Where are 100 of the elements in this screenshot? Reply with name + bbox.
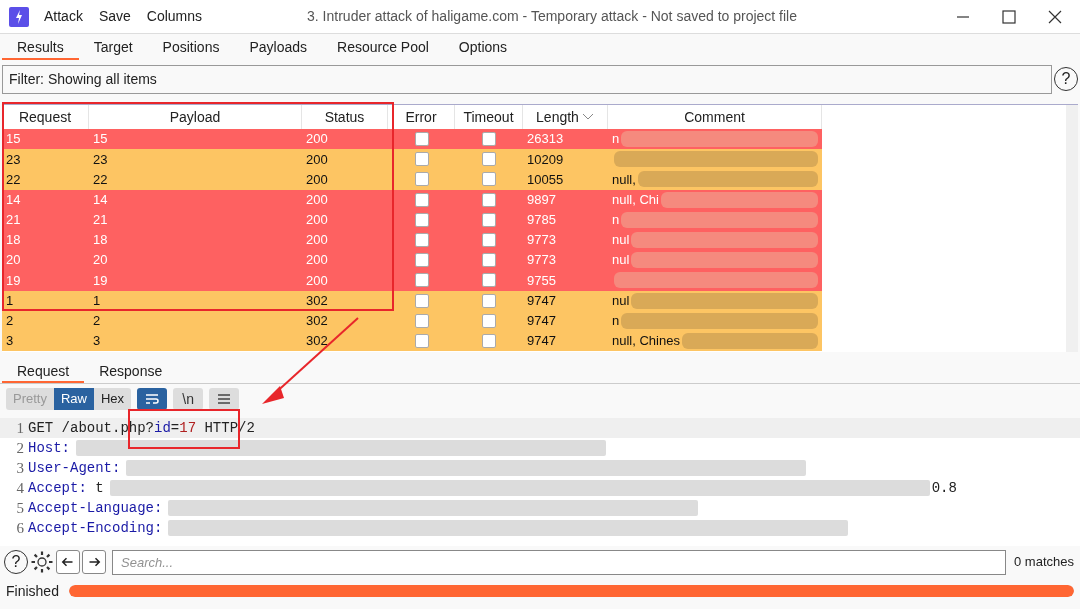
checkbox[interactable] [414, 152, 429, 167]
menu-icon [216, 392, 233, 406]
checkbox[interactable] [482, 132, 496, 147]
line-number: 6 [15, 518, 25, 538]
checkbox[interactable] [414, 132, 429, 147]
close-icon[interactable] [1048, 9, 1062, 24]
table-cell-text: 9773 [526, 231, 557, 250]
table-cell-text: 9747 [526, 312, 557, 331]
table-cell-text: 9747 [526, 291, 557, 310]
tab[interactable]: Results [2, 34, 79, 60]
table-row[interactable]: 2 2 302 9747 n [2, 310, 822, 331]
checkbox[interactable] [414, 313, 429, 328]
checkbox[interactable] [414, 233, 429, 248]
tab[interactable]: Options [443, 34, 523, 60]
table-cell-text: 20 [5, 251, 22, 270]
table-cell-text: 19 [92, 271, 109, 290]
table-cell-text: 200 [305, 231, 329, 250]
search-field[interactable]: Search... [112, 549, 1006, 575]
menu-item[interactable]: Attack [44, 6, 83, 27]
view-mode-button[interactable]: Raw [53, 388, 94, 410]
table-cell-text: 200 [305, 130, 329, 149]
tab[interactable]: Resource Pool [322, 34, 444, 60]
previous-button[interactable] [56, 550, 80, 574]
checkbox[interactable] [414, 192, 429, 207]
table-cell-text: 9755 [526, 271, 557, 290]
next-button[interactable] [82, 550, 106, 574]
view-mode-button[interactable]: Hex [94, 388, 132, 410]
checkbox[interactable] [482, 192, 496, 207]
filter-bar[interactable]: Filter: Showing all items [2, 64, 1052, 94]
checkbox[interactable] [482, 313, 496, 328]
app-logo-icon [9, 6, 29, 27]
table-cell-text: 18 [92, 231, 109, 250]
table-cell-text: 22 [5, 170, 22, 189]
table-cell-text: 15 [92, 130, 109, 149]
checkbox[interactable] [482, 233, 496, 248]
table-row[interactable]: 23 23 200 10209 [2, 149, 822, 170]
table-cell-text: 23 [92, 150, 109, 169]
table-row[interactable]: 1 1 302 9747 nul [2, 290, 822, 311]
settings-icon[interactable] [30, 550, 54, 574]
table-cell-text: 3 [5, 332, 15, 351]
table-cell-text: 21 [92, 211, 109, 230]
maximize-icon[interactable] [1002, 9, 1016, 24]
checkbox[interactable] [482, 212, 496, 227]
checkbox[interactable] [414, 172, 429, 187]
table-cell-text: 1 [5, 291, 15, 310]
table-cell-text: 9785 [526, 211, 557, 230]
table-cell-text: 10209 [526, 150, 565, 169]
table-cell-text: 14 [92, 190, 109, 209]
scrollbar[interactable] [1066, 105, 1078, 352]
table-cell-text: nul [612, 231, 630, 250]
line-number: 5 [15, 498, 25, 518]
table-cell-text: 302 [305, 291, 329, 310]
tab[interactable]: Positions [147, 34, 235, 60]
checkbox[interactable] [414, 273, 429, 288]
checkbox[interactable] [414, 293, 429, 308]
table-row[interactable]: 3 3 302 9747 null, Chines [2, 330, 822, 352]
checkbox[interactable] [482, 293, 496, 308]
menu-item[interactable]: Columns [146, 6, 203, 27]
checkbox[interactable] [482, 253, 496, 268]
checkbox[interactable] [482, 172, 496, 187]
table-cell-text: 9773 [526, 251, 557, 270]
line-number: 1 [15, 418, 25, 438]
table-cell-text: 2 [92, 312, 102, 331]
status-text: Finished [6, 581, 59, 601]
checkbox[interactable] [482, 333, 496, 348]
wrap-lines-icon [144, 392, 161, 406]
menu-item[interactable]: Save [98, 6, 131, 27]
toolbar-button[interactable]: \n [173, 388, 204, 410]
tab[interactable]: Response [84, 358, 178, 383]
table-cell-text: n [612, 211, 620, 230]
table-row[interactable]: 22 22 200 10055 null, [2, 169, 822, 190]
toolbar-button[interactable] [137, 388, 168, 410]
code-text: Accept: t [28, 478, 104, 498]
window-title: 3. Intruder attack of haligame.com - Temporary attack - Not saved to project file [306, 7, 798, 26]
checkbox[interactable] [414, 253, 429, 268]
table-cell-text: 2 [5, 312, 15, 331]
code-text: User-Agent: [28, 458, 121, 478]
tab[interactable]: Target [78, 34, 148, 60]
table-cell-text: 19 [5, 271, 22, 290]
table-cell-text: null, Chi [612, 190, 659, 209]
tab[interactable]: Payloads [234, 34, 322, 60]
table-cell-text: 22 [92, 170, 109, 189]
checkbox[interactable] [414, 333, 429, 348]
table-cell-text: null, Chines [612, 332, 680, 351]
table-cell-text: 15 [5, 130, 22, 149]
toolbar-button[interactable] [209, 388, 240, 410]
table-cell-text: 200 [305, 211, 329, 230]
table-cell-text: 200 [305, 170, 329, 189]
table-cell-text: 302 [305, 312, 329, 331]
code-text: Accept-Encoding: [28, 518, 163, 538]
line-number: 4 [15, 478, 25, 498]
tab[interactable]: Request [2, 358, 85, 383]
checkbox[interactable] [482, 273, 496, 288]
checkbox[interactable] [414, 212, 429, 227]
checkbox[interactable] [482, 152, 496, 167]
table-cell-text: 18 [5, 231, 22, 250]
table-cell-text: 26313 [526, 130, 565, 149]
table-cell-text: 10055 [526, 170, 565, 189]
table-cell-text: n [612, 130, 620, 149]
table-cell-text: 21 [5, 211, 22, 230]
